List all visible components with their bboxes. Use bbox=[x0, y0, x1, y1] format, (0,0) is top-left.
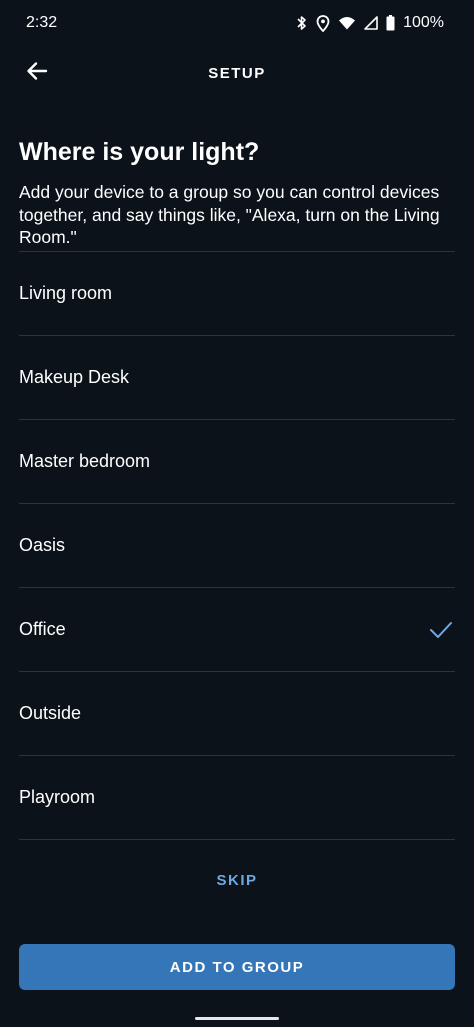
battery-percent: 100% bbox=[403, 14, 444, 31]
group-item-label: Playroom bbox=[19, 787, 96, 807]
add-to-group-label: ADD TO GROUP bbox=[169, 958, 305, 976]
wifi-icon bbox=[338, 16, 356, 30]
header-title: SETUP bbox=[208, 64, 266, 82]
home-indicator[interactable] bbox=[195, 1017, 279, 1020]
page-description: Add your device to a group so you can co… bbox=[19, 182, 440, 247]
status-time: 2:32 bbox=[26, 14, 58, 31]
group-item-master-bedroom[interactable]: Master bedroom bbox=[19, 420, 455, 504]
group-item-label: Oasis bbox=[19, 535, 66, 555]
group-item-label: Outside bbox=[19, 703, 82, 723]
page-title: Where is your light? bbox=[19, 138, 260, 166]
location-icon bbox=[316, 14, 330, 32]
group-item-oasis[interactable]: Oasis bbox=[19, 504, 455, 588]
app-header: SETUP bbox=[0, 50, 474, 96]
group-item-playroom[interactable]: Playroom bbox=[19, 756, 455, 840]
back-button[interactable] bbox=[24, 60, 50, 86]
group-item-office[interactable]: Office bbox=[19, 588, 455, 672]
group-item-living-room[interactable]: Living room bbox=[19, 252, 455, 336]
group-item-label: Office bbox=[19, 619, 66, 639]
skip-button[interactable]: SKIP bbox=[0, 872, 474, 889]
add-to-group-button[interactable]: ADD TO GROUP bbox=[19, 944, 455, 990]
status-icons: 100% bbox=[296, 14, 444, 32]
screen: 2:32 100% SETUP Where is your light? Add… bbox=[0, 0, 474, 1027]
battery-icon bbox=[386, 15, 395, 31]
status-bar: 2:32 100% bbox=[0, 0, 474, 46]
signal-icon bbox=[364, 16, 378, 30]
arrow-left-icon bbox=[26, 61, 48, 86]
group-item-outside[interactable]: Outside bbox=[19, 672, 455, 756]
group-item-makeup-desk[interactable]: Makeup Desk bbox=[19, 336, 455, 420]
bluetooth-icon bbox=[296, 15, 308, 31]
group-list: Living room Makeup Desk Master bedroom O… bbox=[19, 251, 455, 840]
group-item-label: Living room bbox=[19, 283, 113, 303]
group-item-label: Makeup Desk bbox=[19, 367, 130, 387]
checkmark-icon bbox=[429, 621, 453, 639]
group-item-label: Master bedroom bbox=[19, 451, 151, 471]
